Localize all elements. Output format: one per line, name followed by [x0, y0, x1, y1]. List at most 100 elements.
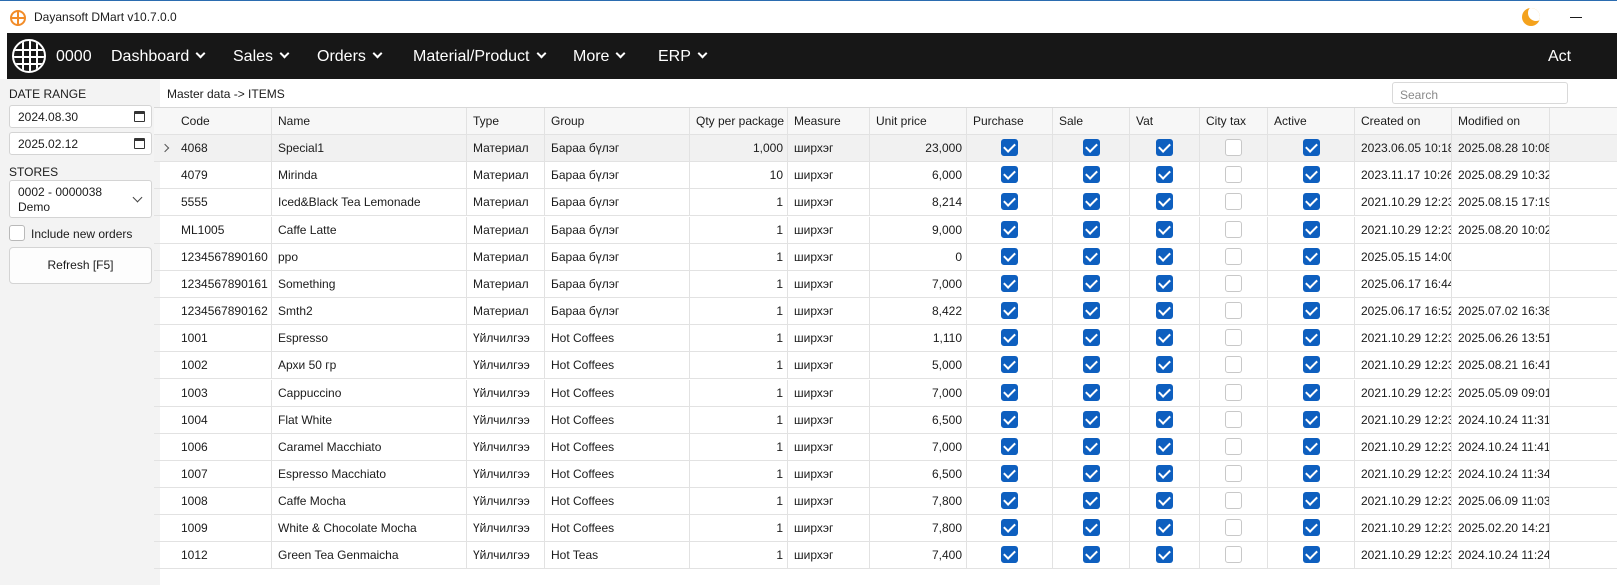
citytax-checkbox[interactable] [1225, 275, 1242, 293]
table-row[interactable]: ML1005 Caffe Latte Материал Бараа бүлэг 1 шир… [154, 217, 1617, 244]
citytax-checkbox[interactable] [1225, 248, 1242, 266]
citytax-checkbox[interactable] [1225, 492, 1242, 510]
table-row[interactable]: 1234567890161 Something Материал Бараа бүлэ… [154, 271, 1617, 298]
column-header-citytax[interactable]: City tax [1200, 108, 1268, 135]
calendar-icon[interactable] [134, 111, 145, 122]
vat-checkbox[interactable] [1156, 329, 1173, 347]
citytax-checkbox[interactable] [1225, 329, 1242, 347]
purchase-checkbox[interactable] [1001, 546, 1018, 564]
nav-dashboard[interactable]: Dashboard [111, 48, 206, 66]
purchase-checkbox[interactable] [1001, 139, 1018, 157]
table-row[interactable]: 1001 Espresso Үйлчилгээ Hot Coffees 1 ширхэг 1… [154, 325, 1617, 352]
citytax-checkbox[interactable] [1225, 193, 1242, 211]
purchase-checkbox[interactable] [1001, 438, 1018, 456]
active-checkbox[interactable] [1302, 139, 1320, 157]
column-header-name[interactable]: Name [272, 108, 467, 135]
globe-logo-icon[interactable] [12, 39, 46, 73]
vat-checkbox[interactable] [1156, 438, 1173, 456]
active-checkbox[interactable] [1302, 193, 1320, 211]
table-row[interactable]: 1234567890160 ppo Материал Бараа бүлэг 1 ширх… [154, 244, 1617, 271]
minimize-button[interactable] [1570, 17, 1582, 18]
nav-right-label[interactable]: Act [1548, 48, 1571, 66]
sale-checkbox[interactable] [1082, 139, 1100, 157]
active-checkbox[interactable] [1302, 302, 1320, 320]
vat-checkbox[interactable] [1156, 221, 1173, 239]
search-input[interactable]: Search [1392, 82, 1568, 104]
sale-checkbox[interactable] [1082, 519, 1100, 537]
column-header-type[interactable]: Type [467, 108, 545, 135]
sale-checkbox[interactable] [1082, 411, 1100, 429]
column-header-created[interactable]: Created on [1355, 108, 1452, 135]
active-checkbox[interactable] [1302, 329, 1320, 347]
vat-checkbox[interactable] [1156, 356, 1173, 374]
sale-checkbox[interactable] [1082, 492, 1100, 510]
vat-checkbox[interactable] [1156, 193, 1173, 211]
active-checkbox[interactable] [1302, 519, 1320, 537]
purchase-checkbox[interactable] [1001, 519, 1018, 537]
date-to-picker[interactable]: 2025.02.12 [9, 132, 152, 155]
table-row[interactable]: 1234567890162 Smth2 Материал Бараа бүлэг 1 ши… [154, 298, 1617, 325]
nav-sales[interactable]: Sales [233, 48, 290, 66]
vat-checkbox[interactable] [1156, 275, 1173, 293]
sale-checkbox[interactable] [1082, 221, 1100, 239]
vat-checkbox[interactable] [1156, 519, 1173, 537]
include-new-orders-checkbox[interactable] [9, 225, 25, 241]
purchase-checkbox[interactable] [1001, 492, 1018, 510]
column-header-price[interactable]: Unit price [870, 108, 967, 135]
purchase-checkbox[interactable] [1001, 356, 1018, 374]
nav-more[interactable]: More [573, 48, 626, 66]
sale-checkbox[interactable] [1082, 193, 1100, 211]
sale-checkbox[interactable] [1082, 329, 1100, 347]
vat-checkbox[interactable] [1156, 139, 1173, 157]
citytax-checkbox[interactable] [1225, 139, 1242, 157]
vat-checkbox[interactable] [1156, 465, 1173, 483]
sale-checkbox[interactable] [1082, 438, 1100, 456]
nav-material-product[interactable]: Material/Product [413, 48, 546, 66]
column-header-active[interactable]: Active [1268, 108, 1355, 135]
citytax-checkbox[interactable] [1225, 302, 1242, 320]
citytax-checkbox[interactable] [1225, 465, 1242, 483]
vat-checkbox[interactable] [1156, 384, 1173, 402]
column-header-code[interactable]: Code [175, 108, 272, 135]
column-header-qty[interactable]: Qty per package [690, 108, 788, 135]
column-header-sale[interactable]: Sale [1053, 108, 1130, 135]
vat-checkbox[interactable] [1156, 248, 1173, 266]
sale-checkbox[interactable] [1082, 384, 1100, 402]
purchase-checkbox[interactable] [1001, 221, 1018, 239]
table-row[interactable]: 5555 Iced&Black Tea Lemonade Материал Бараа… [154, 189, 1617, 216]
active-checkbox[interactable] [1302, 492, 1320, 510]
table-row[interactable]: 1006 Caramel Macchiato Үйлчилгээ Hot Coffee… [154, 434, 1617, 461]
active-checkbox[interactable] [1302, 356, 1320, 374]
column-header-vat[interactable]: Vat [1130, 108, 1200, 135]
vat-checkbox[interactable] [1156, 546, 1173, 564]
sale-checkbox[interactable] [1082, 302, 1100, 320]
citytax-checkbox[interactable] [1225, 546, 1242, 564]
store-select[interactable]: 0002 - 0000038 Demo [9, 180, 152, 218]
nav-erp[interactable]: ERP [658, 48, 708, 66]
purchase-checkbox[interactable] [1001, 166, 1018, 184]
purchase-checkbox[interactable] [1001, 248, 1018, 266]
citytax-checkbox[interactable] [1225, 356, 1242, 374]
purchase-checkbox[interactable] [1001, 329, 1018, 347]
column-header-modified[interactable]: Modified on [1452, 108, 1550, 135]
active-checkbox[interactable] [1302, 546, 1320, 564]
table-row[interactable]: 1003 Cappuccino Үйлчилгээ Hot Coffees 1 ширхэ… [154, 380, 1617, 407]
citytax-checkbox[interactable] [1225, 384, 1242, 402]
vat-checkbox[interactable] [1156, 411, 1173, 429]
active-checkbox[interactable] [1302, 384, 1320, 402]
calendar-icon[interactable] [134, 138, 145, 149]
date-from-picker[interactable]: 2024.08.30 [9, 105, 152, 128]
table-row[interactable]: 4068 Special1 Материал Бараа бүлэг 1,000 ширх… [154, 135, 1617, 162]
sale-checkbox[interactable] [1082, 166, 1100, 184]
table-row[interactable]: 1008 Caffe Mocha Үйлчилгээ Hot Coffees 1 ширх… [154, 488, 1617, 515]
purchase-checkbox[interactable] [1001, 411, 1018, 429]
citytax-checkbox[interactable] [1225, 519, 1242, 537]
table-row[interactable]: 1007 Espresso Macchiato Үйлчилгээ Hot Coffe… [154, 461, 1617, 488]
column-header-group[interactable]: Group [545, 108, 690, 135]
citytax-checkbox[interactable] [1225, 438, 1242, 456]
column-header-measure[interactable]: Measure [788, 108, 870, 135]
nav-orders[interactable]: Orders [317, 48, 383, 66]
purchase-checkbox[interactable] [1001, 193, 1018, 211]
active-checkbox[interactable] [1302, 465, 1320, 483]
active-checkbox[interactable] [1302, 248, 1320, 266]
